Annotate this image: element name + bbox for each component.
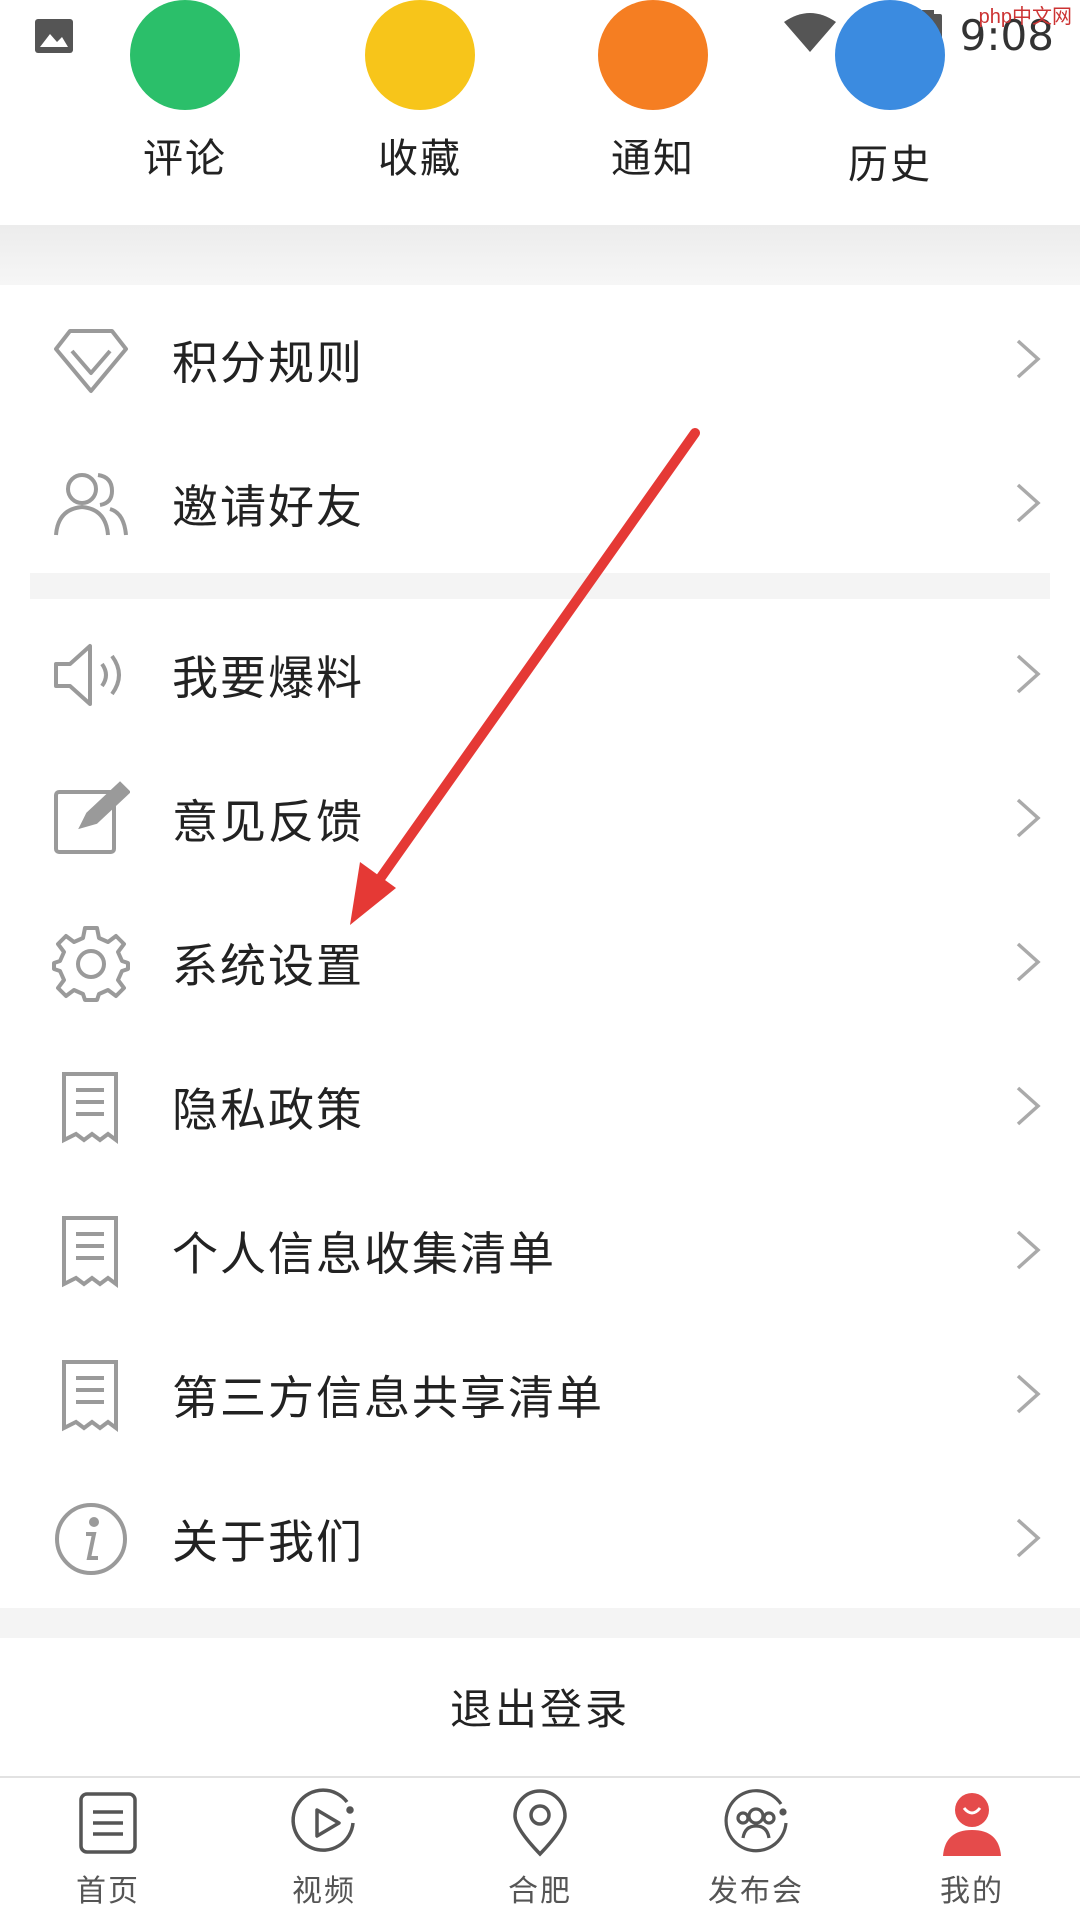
menu-item-label: 隐私政策 <box>172 1083 364 1137</box>
chevron-right-icon <box>1014 796 1042 840</box>
chevron-right-icon <box>1014 652 1042 696</box>
quick-action-label: 历史 <box>848 142 932 188</box>
comment-icon <box>130 0 240 110</box>
logout-label: 退出登录 <box>449 1685 630 1734</box>
quick-action-notification[interactable]: 通知 <box>553 0 753 225</box>
tab-label: 视频 <box>292 1874 356 1909</box>
menu-item-invite-friends[interactable]: 邀请好友 <box>0 429 1080 573</box>
watermark: php中文网 <box>978 6 1072 28</box>
chevron-right-icon <box>1014 1228 1042 1272</box>
menu-item-label: 邀请好友 <box>172 480 364 534</box>
menu-item-label: 系统设置 <box>172 939 364 993</box>
wifi-icon <box>782 12 838 58</box>
menu-item-label: 意见反馈 <box>172 795 364 849</box>
quick-action-favorite[interactable]: 收藏 <box>320 0 520 225</box>
tab-label: 首页 <box>76 1874 140 1909</box>
menu-item-system-settings[interactable]: 系统设置 <box>0 888 1080 1032</box>
menu-item-tip-off[interactable]: 我要爆料 <box>0 600 1080 744</box>
menu-item-personal-info-list[interactable]: 个人信息收集清单 <box>0 1176 1080 1320</box>
menu-item-label: 我要爆料 <box>172 651 364 705</box>
menu-group-settings: 我要爆料 意见反馈 系统设置 隐私政策 个人信息收集清单 第三方信息共享清单 关… <box>0 600 1080 1608</box>
tab-mine[interactable]: 我的 <box>864 1778 1080 1922</box>
logout-button[interactable]: 退出登录 <box>0 1638 1080 1776</box>
document-icon <box>52 1212 130 1290</box>
section-divider <box>30 573 1050 599</box>
menu-item-feedback[interactable]: 意见反馈 <box>0 744 1080 888</box>
quick-action-label: 评论 <box>143 136 227 182</box>
tab-label: 发布会 <box>708 1874 804 1909</box>
quick-action-history[interactable]: 历史 <box>790 0 990 225</box>
section-divider <box>0 1608 1080 1638</box>
notification-icon <box>598 0 708 110</box>
menu-item-label: 关于我们 <box>172 1515 364 1569</box>
gear-icon <box>52 924 130 1002</box>
home-list-icon <box>73 1788 143 1858</box>
diamond-icon <box>52 321 130 399</box>
section-divider <box>0 225 1080 285</box>
menu-group-points: 积分规则 邀请好友 <box>0 285 1080 573</box>
quick-action-comment[interactable]: 评论 <box>85 0 285 225</box>
tab-label: 合肥 <box>508 1874 572 1909</box>
menu-item-third-party-sharing-list[interactable]: 第三方信息共享清单 <box>0 1320 1080 1464</box>
document-icon <box>52 1068 130 1146</box>
tab-press-conference[interactable]: 发布会 <box>648 1778 864 1922</box>
bottom-tab-bar: 首页 视频 合肥 发布会 我的 <box>0 1776 1080 1920</box>
chevron-right-icon <box>1014 940 1042 984</box>
group-icon <box>721 1788 791 1858</box>
megaphone-icon <box>52 636 130 714</box>
chevron-right-icon <box>1014 1516 1042 1560</box>
quick-action-label: 收藏 <box>378 136 462 182</box>
tab-label: 我的 <box>940 1874 1004 1909</box>
tab-video[interactable]: 视频 <box>216 1778 432 1922</box>
edit-icon <box>52 780 131 858</box>
chevron-right-icon <box>1014 337 1042 381</box>
menu-item-privacy-policy[interactable]: 隐私政策 <box>0 1032 1080 1176</box>
menu-item-points-rules[interactable]: 积分规则 <box>0 285 1080 429</box>
menu-item-label: 积分规则 <box>172 336 364 390</box>
tab-hefei[interactable]: 合肥 <box>432 1778 648 1922</box>
chevron-right-icon <box>1014 481 1042 525</box>
menu-item-label: 第三方信息共享清单 <box>172 1371 604 1425</box>
chevron-right-icon <box>1014 1372 1042 1416</box>
tab-home[interactable]: 首页 <box>0 1778 216 1922</box>
info-icon <box>52 1500 130 1578</box>
play-icon <box>289 1788 359 1858</box>
favorite-icon <box>365 0 475 110</box>
users-icon <box>52 465 130 543</box>
location-pin-icon <box>505 1788 575 1858</box>
menu-item-about-us[interactable]: 关于我们 <box>0 1464 1080 1608</box>
quick-actions-row: 评论 收藏 通知 历史 <box>0 0 1080 225</box>
history-icon <box>835 0 945 110</box>
image-icon <box>34 18 74 58</box>
menu-item-label: 个人信息收集清单 <box>172 1227 556 1281</box>
profile-icon <box>937 1788 1007 1858</box>
quick-action-label: 通知 <box>611 136 695 182</box>
chevron-right-icon <box>1014 1084 1042 1128</box>
document-icon <box>52 1356 130 1434</box>
